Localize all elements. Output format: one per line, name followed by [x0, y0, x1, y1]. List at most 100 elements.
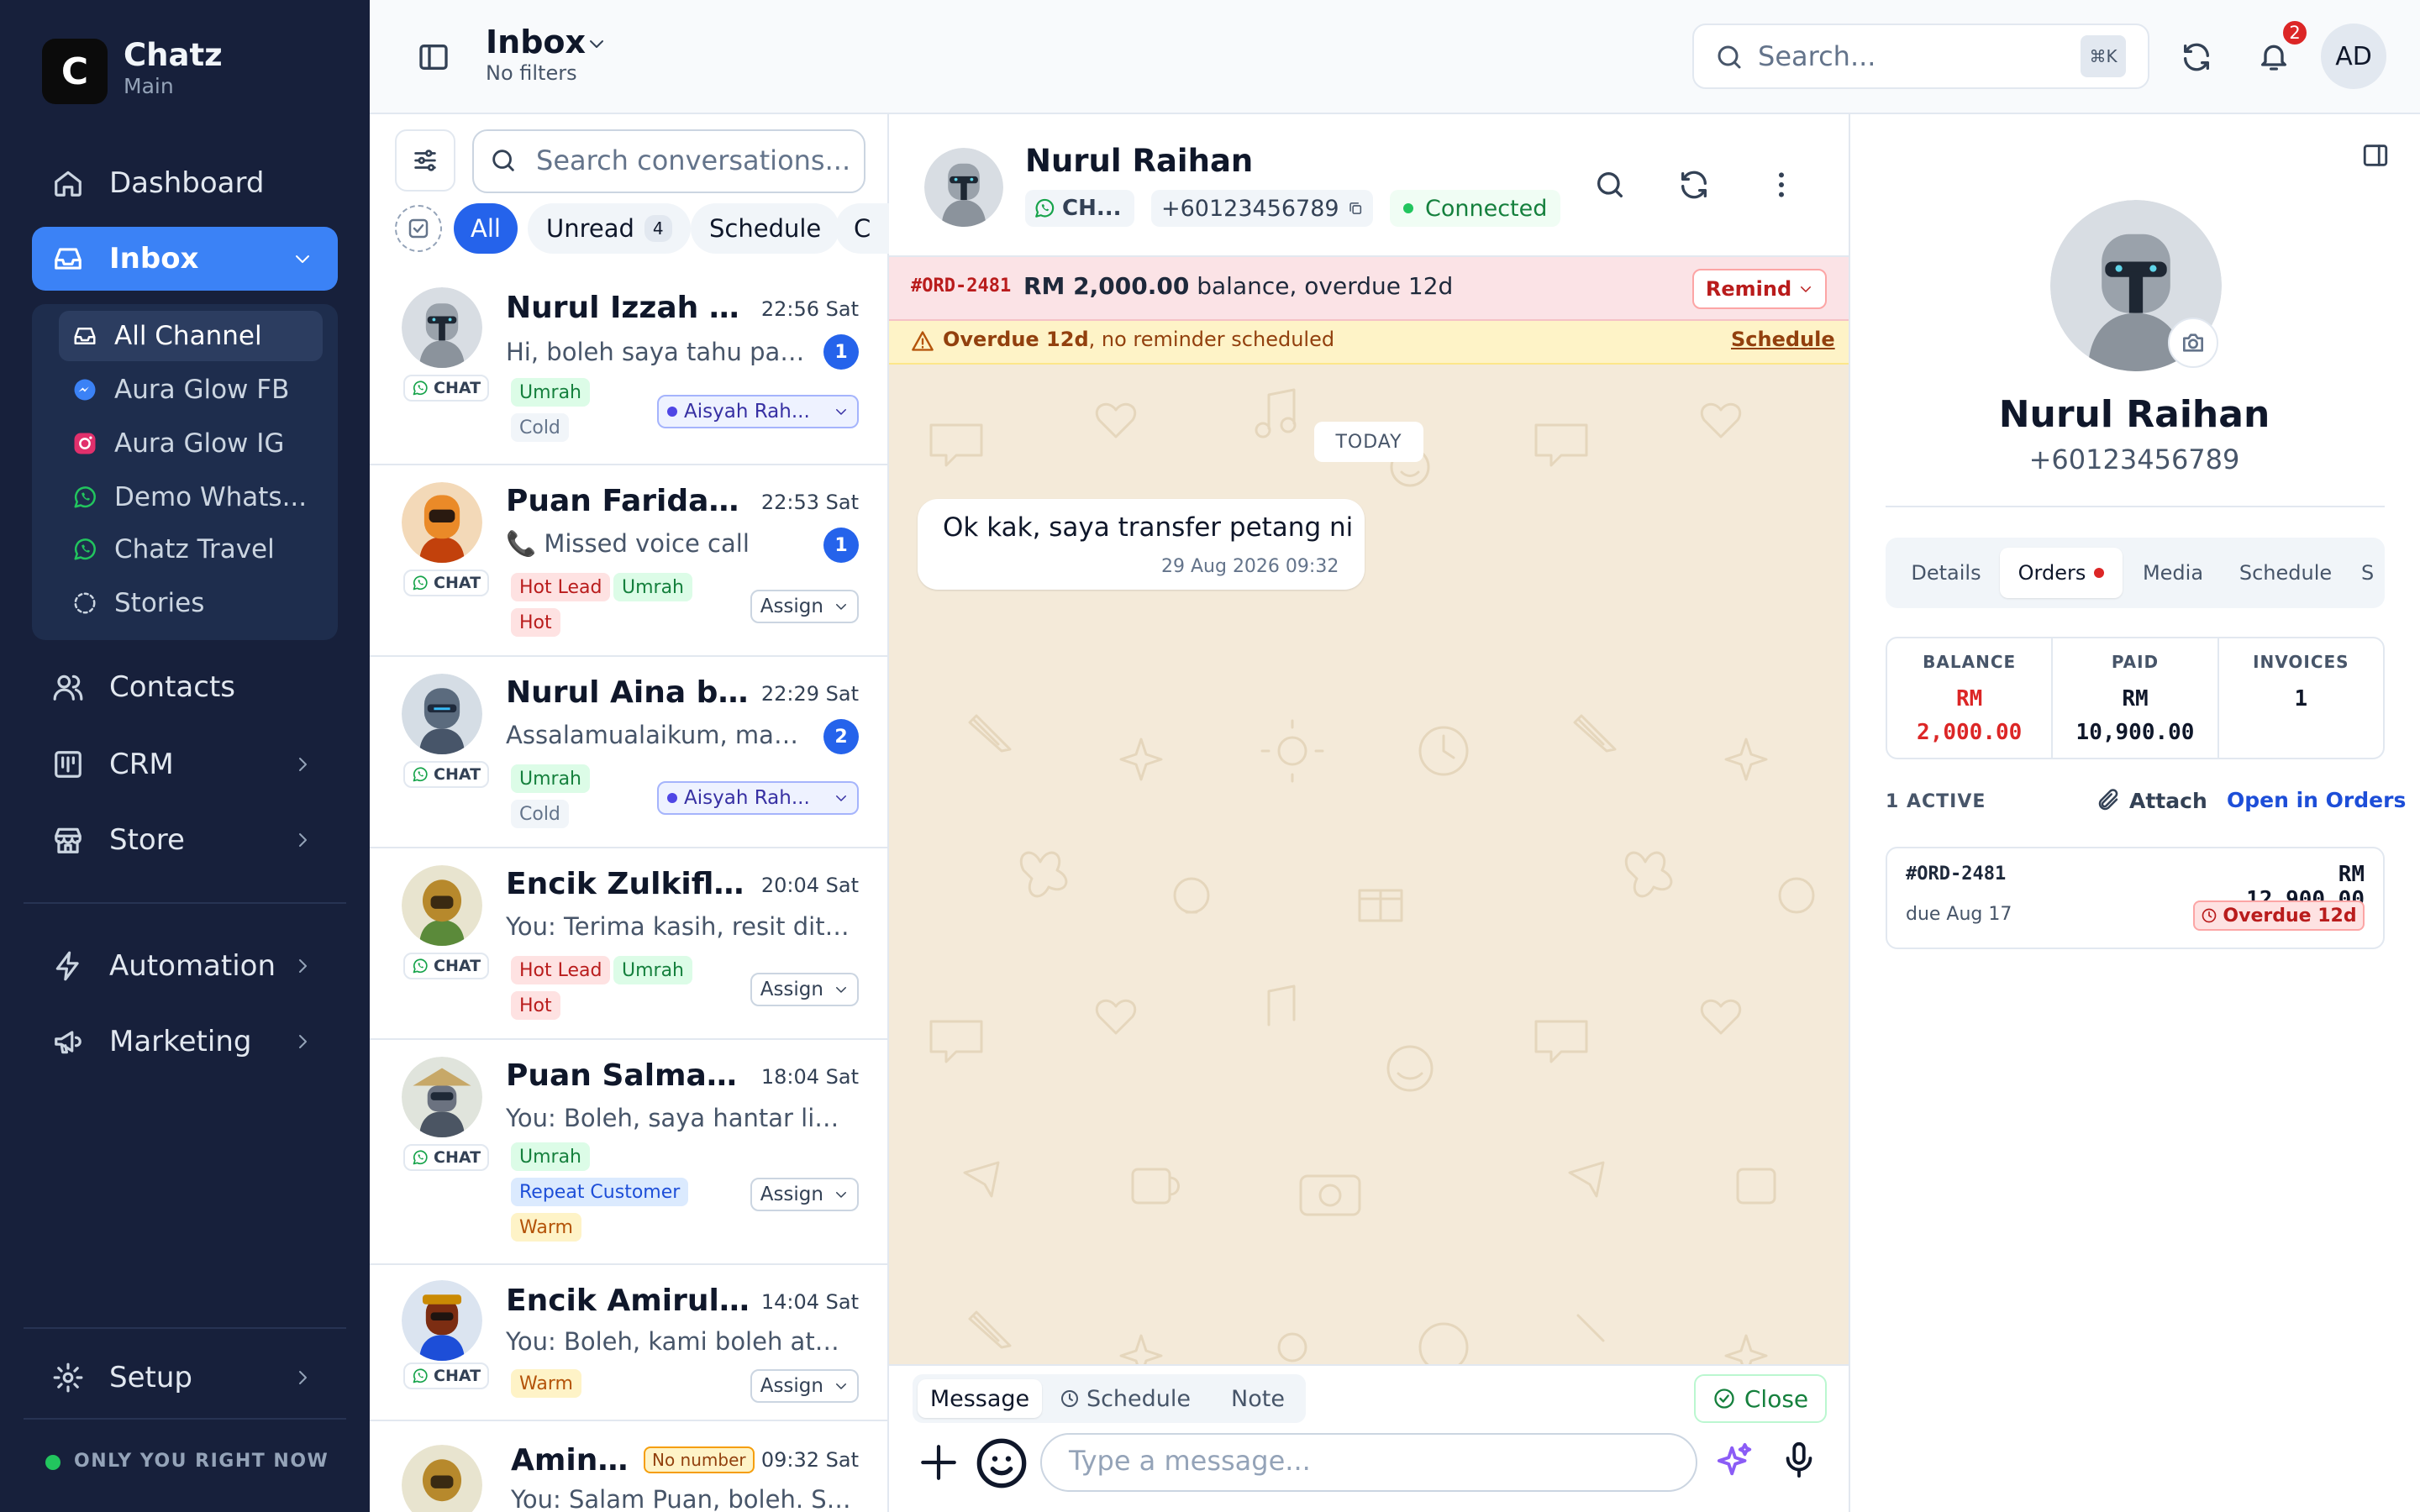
tab-orders[interactable]: Orders [2000, 548, 2123, 598]
nav-label: Automation [109, 949, 276, 983]
filter-button[interactable] [395, 129, 455, 192]
refresh-icon[interactable] [2180, 40, 2213, 74]
copy-icon[interactable] [1348, 197, 1363, 219]
channel-label: Chatz Travel [114, 534, 275, 564]
nav-setup[interactable]: Setup [32, 1346, 338, 1410]
nav-store[interactable]: Store [32, 808, 338, 872]
tab-schedule[interactable]: Schedule [2225, 548, 2346, 598]
notification-badge: 2 [2281, 18, 2309, 47]
panel-toggle-icon[interactable] [2361, 141, 2390, 170]
assign-button[interactable]: Assign [750, 973, 859, 1006]
channel-tag-label: CHAT [434, 1148, 481, 1167]
select-all-checkbox[interactable] [395, 205, 442, 252]
filter-more[interactable]: C [835, 203, 889, 254]
nav-automation[interactable]: Automation [32, 934, 338, 998]
filter-all[interactable]: All [454, 203, 518, 254]
filter-schedule[interactable]: Schedule [691, 203, 840, 254]
assignee-select[interactable]: Aisyah Rah... [657, 781, 859, 815]
order-due-date: due Aug 17 [1906, 904, 2012, 925]
conversation-item[interactable]: Amina... No number 09:32 Sat You: Salam … [370, 1421, 887, 1512]
channel-chip[interactable]: CH... [1025, 190, 1134, 227]
tab-schedule[interactable]: Schedule [1055, 1379, 1195, 1418]
chat-contact-name[interactable]: Nurul Raihan [1025, 143, 1253, 179]
channel-aura-glow-ig[interactable]: Aura Glow IG [59, 418, 323, 469]
close-conversation-button[interactable]: Close [1694, 1374, 1827, 1423]
phone-chip[interactable]: +60123456789 [1151, 190, 1373, 227]
assign-button[interactable]: Assign [750, 1178, 859, 1211]
nav-crm[interactable]: CRM [32, 732, 338, 796]
tab-more[interactable]: S [2361, 548, 2385, 598]
label-tag: Warm [511, 1369, 581, 1398]
conversation-item[interactable]: CHAT Nurul Izzah M... 22:56 Sat Hi, bole… [370, 274, 887, 465]
change-photo-button[interactable] [2168, 318, 2218, 368]
tab-media[interactable]: Media [2129, 548, 2217, 598]
channel-label: Aura Glow IG [114, 428, 285, 459]
label-tag: Hot [511, 608, 560, 637]
conversation-item[interactable]: CHAT Nurul Aina bin... 22:29 Sat Assalam… [370, 657, 887, 848]
stat-currency: RM [1956, 686, 1983, 711]
nav-inbox[interactable]: Inbox [32, 227, 338, 291]
microphone-icon[interactable] [1780, 1438, 1818, 1482]
home-icon [55, 171, 82, 197]
assign-button[interactable]: Assign [750, 590, 859, 623]
tab-message[interactable]: Message [918, 1379, 1042, 1418]
phone-number: +60123456789 [1161, 195, 1339, 222]
plus-icon[interactable] [918, 1441, 960, 1483]
conversation-item[interactable]: CHAT Encik Zulkifli ... 20:04 Sat You: T… [370, 848, 887, 1040]
label-tag: Cold [511, 413, 569, 442]
sparkles-icon[interactable] [1716, 1441, 1754, 1480]
nav-contacts[interactable]: Contacts [32, 655, 338, 719]
channel-all[interactable]: All Channel [59, 311, 323, 361]
attach-button[interactable]: Attach [2096, 788, 2207, 813]
balance-detail: balance, overdue 12d [1189, 272, 1454, 300]
sidebar-toggle-icon[interactable] [417, 40, 450, 74]
emoji-icon[interactable] [975, 1436, 1028, 1490]
chat-contact-avatar[interactable] [924, 148, 1003, 227]
presence-dot [45, 1455, 60, 1470]
channel-chatz-travel[interactable]: Chatz Travel [59, 524, 323, 575]
search-icon[interactable] [1593, 168, 1627, 202]
remind-button[interactable]: Remind [1692, 269, 1827, 309]
tab-note[interactable]: Note [1217, 1379, 1299, 1418]
nav-dashboard[interactable]: Dashboard [32, 151, 338, 215]
nav-marketing[interactable]: Marketing [32, 1010, 338, 1074]
nav-label: Dashboard [109, 166, 265, 200]
conversation-item[interactable]: CHAT Puan Salmah I... 18:04 Sat You: Bol… [370, 1040, 887, 1265]
sidebar-divider [24, 1327, 346, 1329]
contact-name: Puan Salmah I... [506, 1058, 750, 1093]
search-placeholder: Search... [1758, 40, 1876, 72]
assign-label: Assign [760, 1184, 823, 1205]
message-preview: You: Salam Puan, boleh. Say... [511, 1485, 855, 1512]
chevron-down-icon[interactable] [587, 34, 607, 54]
assignee-select[interactable]: Aisyah Rah... [657, 395, 859, 428]
refresh-icon[interactable] [1677, 168, 1711, 202]
order-id[interactable]: #ORD-2481 [911, 276, 1011, 297]
status-label: Connected [1425, 195, 1548, 222]
filter-unread[interactable]: Unread 4 [528, 203, 691, 254]
assignee-dot [667, 407, 677, 417]
channel-demo-whatsapp[interactable]: Demo Whats... [59, 472, 323, 522]
clock-icon [1060, 1390, 1078, 1407]
open-in-orders-link[interactable]: Open in Orders [2227, 788, 2406, 812]
channel-stories[interactable]: Stories [59, 578, 323, 628]
chevron-right-icon [292, 1368, 313, 1388]
app-logo[interactable]: C [42, 39, 108, 104]
sliders-icon [414, 150, 436, 171]
contact-avatar [402, 1445, 482, 1512]
conversation-item[interactable]: CHAT Puan Faridah ... 22:53 Sat 📞 Missed… [370, 465, 887, 657]
channel-label: Aura Glow FB [114, 375, 290, 405]
tab-label: Schedule [1086, 1385, 1192, 1412]
channel-tag: CHAT [403, 1362, 490, 1389]
page-title[interactable]: Inbox [486, 24, 586, 60]
chevron-down-icon [834, 790, 849, 806]
nav-label: Contacts [109, 670, 235, 704]
nav-label: Store [109, 823, 185, 857]
tab-details[interactable]: Details [1896, 548, 1996, 598]
schedule-reminder-link[interactable]: Schedule [1731, 328, 1835, 351]
conversation-item[interactable]: CHAT Encik Amirul ... 14:04 Sat You: Bol… [370, 1265, 887, 1421]
more-vertical-icon[interactable] [1765, 168, 1798, 202]
contact-avatar [402, 1057, 482, 1137]
assign-button[interactable]: Assign [750, 1369, 859, 1403]
channel-aura-glow-fb[interactable]: Aura Glow FB [59, 365, 323, 415]
user-avatar[interactable]: AD [2321, 24, 2386, 89]
